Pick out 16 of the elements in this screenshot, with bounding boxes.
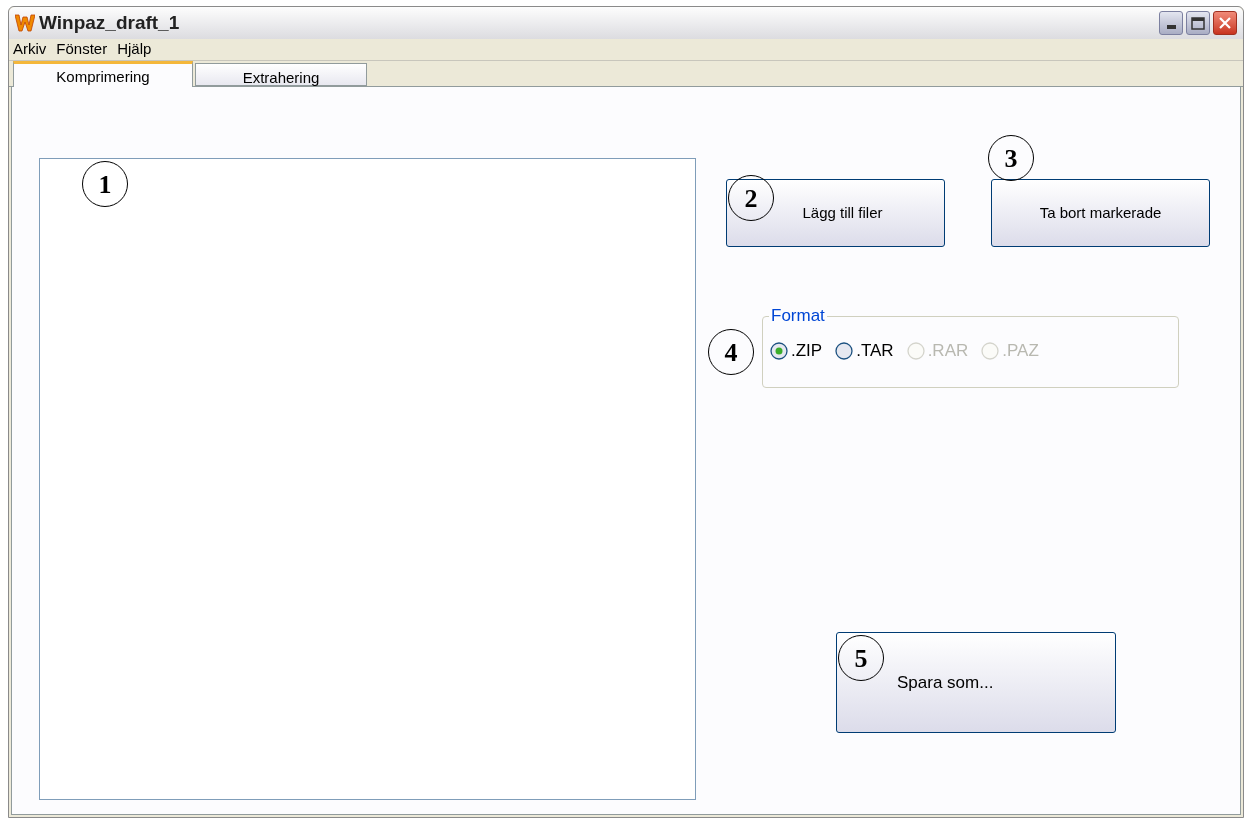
tab[interactable]: Extrahering [195,63,367,86]
minimize-button[interactable] [1159,11,1183,35]
radio-option[interactable]: .ZIP [769,338,823,364]
app-logo-icon [15,14,35,32]
menu-item[interactable]: Arkiv [13,38,47,61]
radio-option[interactable]: .TAR [834,338,894,364]
menu-item[interactable]: Hjälp [117,38,152,61]
remove-selected-button[interactable]: Ta bort markerade [991,179,1210,247]
menu-item[interactable]: Fönster [56,38,108,61]
close-button[interactable] [1213,11,1237,35]
maximize-button[interactable] [1186,11,1210,35]
tab[interactable]: Komprimering [13,61,193,87]
window-title: Winpaz_draft_1 [39,10,180,35]
minimize-icon [1166,25,1176,29]
close-icon [1218,16,1232,30]
maximize-icon [1191,16,1205,30]
